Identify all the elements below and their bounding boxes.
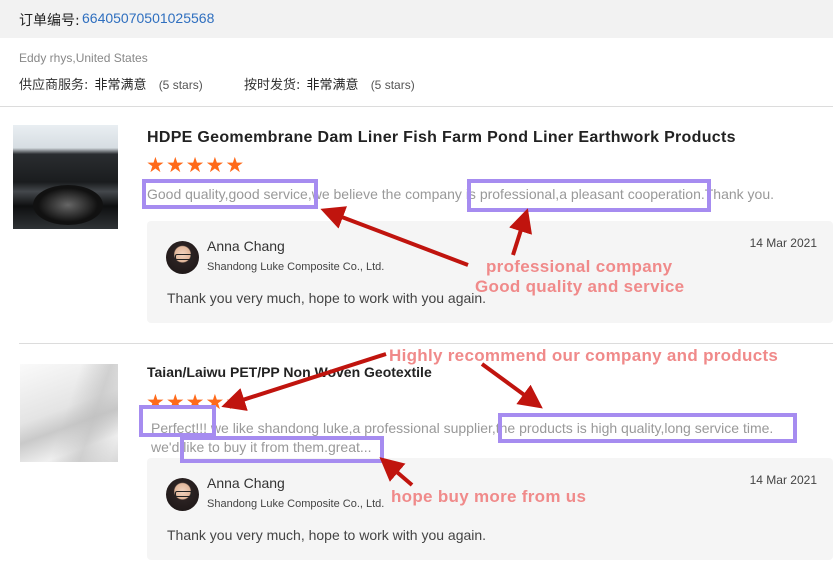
reply-text: Thank you very much, hope to work with y… [167, 527, 487, 543]
highlight-box [142, 179, 318, 209]
avatar [166, 478, 199, 511]
highlight-box [180, 436, 384, 463]
reply-author-name: Anna Chang [207, 475, 285, 491]
product-title[interactable]: Taian/Laiwu PET/PP Non Woven Geotextile [147, 364, 432, 380]
product-thumbnail-geotextile[interactable] [20, 364, 118, 462]
rating-label: 供应商服务: [19, 78, 89, 93]
on-time-delivery-rating: 按时发货: 非常满意 (5 stars) [244, 74, 415, 93]
annotation-text: professional company [486, 257, 673, 276]
star-icon: ★ [165, 153, 185, 177]
arrow-icon [480, 362, 543, 409]
avatar [166, 241, 199, 274]
rating-value: 非常满意 [306, 78, 359, 93]
star-icon: ★ [185, 153, 205, 177]
annotation-text: hope buy more from us [391, 487, 587, 506]
annotation-text: Good quality and service [475, 277, 685, 296]
rating-value: 非常满意 [94, 78, 147, 93]
divider [19, 343, 833, 344]
product-thumbnail-geomembrane[interactable] [13, 125, 118, 229]
star-icon: ★ [146, 153, 165, 177]
annotation-text: Highly recommend our company and product… [389, 346, 779, 365]
rating-stars-text: (5 stars) [158, 78, 203, 92]
order-number-label: 订单编号: [19, 13, 80, 29]
supplier-service-rating: 供应商服务: 非常满意 (5 stars) [19, 74, 203, 93]
buyer-name: Eddy rhys,United States [19, 51, 148, 65]
reply-text: Thank you very much, hope to work with y… [167, 290, 487, 306]
star-rating: ★★★★★ [146, 154, 245, 176]
order-number-link[interactable]: 66405070501025568 [82, 10, 214, 26]
reply-company: Shandong Luke Composite Co., Ltd. [207, 498, 385, 510]
order-header: 订单编号: 66405070501025568 [0, 0, 833, 38]
star-icon: ★ [205, 153, 225, 177]
star-icon: ★ [225, 390, 245, 414]
reply-date: 14 Mar 2021 [749, 473, 817, 487]
rating-stars-text: (5 stars) [370, 78, 415, 92]
rating-label: 按时发货: [244, 78, 301, 93]
product-title[interactable]: HDPE Geomembrane Dam Liner Fish Farm Pon… [147, 129, 736, 147]
reply-company: Shandong Luke Composite Co., Ltd. [207, 261, 385, 273]
highlight-box [467, 179, 711, 212]
supplier-reply: Anna Chang Shandong Luke Composite Co., … [147, 458, 833, 560]
divider [0, 106, 833, 107]
highlight-box [139, 405, 216, 437]
highlight-box [498, 413, 797, 443]
reply-author-name: Anna Chang [207, 238, 285, 254]
reply-date: 14 Mar 2021 [749, 236, 817, 250]
star-icon: ★ [225, 153, 245, 177]
